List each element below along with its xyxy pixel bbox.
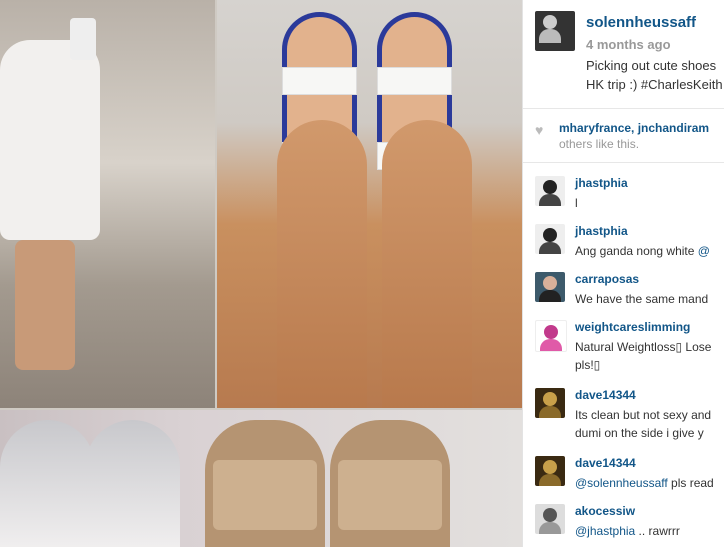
caption-line: HK trip :) #CharlesKeith <box>586 77 723 92</box>
silver-shoe-shape <box>85 420 180 547</box>
left-leg-shape <box>277 120 367 408</box>
commenter-avatar[interactable] <box>535 224 565 254</box>
mention-link[interactable]: @ <box>698 244 710 258</box>
tan-sandal-shape <box>205 420 325 547</box>
commenter-avatar[interactable] <box>535 456 565 486</box>
legs-shape <box>15 240 75 370</box>
comment: dave14344 Its clean but not sexy and dumi… <box>523 384 724 446</box>
commenter-username[interactable]: dave14344 <box>575 388 636 402</box>
comment-text: @jhastphia .. rawrrr <box>575 522 724 540</box>
comment: dave14344 @solennheussaff pls read <box>523 452 724 498</box>
divider <box>523 108 724 109</box>
commenter-username[interactable]: akocessiw <box>575 504 635 518</box>
comment: carraposas We have the same mand <box>523 268 724 314</box>
commenter-username[interactable]: jhastphia <box>575 176 628 190</box>
commenter-username[interactable]: dave14344 <box>575 456 636 470</box>
comment-text: Natural Weightloss▯ Lose pls!▯ <box>575 338 724 374</box>
silver-shoe-shape <box>0 420 95 547</box>
comment-text: Ang ganda nong white @ <box>575 242 724 260</box>
commenter-avatar[interactable] <box>535 388 565 418</box>
person-shape <box>0 40 100 240</box>
comment-line: Natural Weightloss▯ Lose <box>575 340 712 354</box>
right-leg-shape <box>382 120 472 408</box>
mention-link[interactable]: @jhastphia <box>575 524 635 538</box>
post-photo[interactable] <box>0 0 522 547</box>
likers-list[interactable]: mharyfrance, jnchandiram <box>559 121 709 135</box>
comment-text: We have the same mand <box>575 292 709 306</box>
comment-text: Its clean but not sexy and dumi on the si… <box>575 406 724 442</box>
comment-line: dumi on the side i give y <box>575 426 704 440</box>
author-username[interactable]: solennheussaff <box>586 14 696 31</box>
comment-text: l <box>575 196 578 210</box>
commenter-username[interactable]: weightcareslimming <box>575 320 690 334</box>
comment: jhastphia Ang ganda nong white @ <box>523 220 724 266</box>
commenter-username[interactable]: jhastphia <box>575 224 628 238</box>
divider <box>523 162 724 163</box>
comment-body: .. rawrrr <box>635 524 680 538</box>
comment: jhastphia l <box>523 172 724 218</box>
commenter-avatar[interactable] <box>535 272 565 302</box>
shoes-display-image <box>0 410 522 547</box>
tan-sandal-shape <box>330 420 450 547</box>
author-avatar[interactable] <box>535 11 575 51</box>
sandals-feet-image <box>217 0 522 408</box>
comment: akocessiw @jhastphia .. rawrrr <box>523 500 724 546</box>
comment-body: pls read <box>667 476 714 490</box>
post-caption: Picking out cute shoes HK trip :) #Charl… <box>586 56 724 94</box>
heart-icon[interactable]: ♥ <box>535 122 543 138</box>
likes-section: ♥ mharyfrance, jnchandiram others like t… <box>531 118 724 154</box>
commenter-avatar[interactable] <box>535 320 567 352</box>
post-header: solennheussaff 4 months ago Picking out … <box>523 0 724 108</box>
mention-link[interactable]: @solennheussaff <box>575 476 668 490</box>
caption-line: Picking out cute shoes <box>586 58 717 73</box>
commenter-username[interactable]: carraposas <box>575 272 639 286</box>
commenter-avatar[interactable] <box>535 504 565 534</box>
commenter-avatar[interactable] <box>535 176 565 206</box>
comment-line: Its clean but not sexy and <box>575 408 712 422</box>
mirror-selfie-image <box>0 0 215 408</box>
phone-shape <box>70 18 96 60</box>
post-sidebar: solennheussaff 4 months ago Picking out … <box>522 0 724 547</box>
comment-line: pls!▯ <box>575 358 601 372</box>
comment-body: Ang ganda nong white <box>575 244 698 258</box>
likes-others-text: others like this. <box>559 137 640 151</box>
post-timestamp[interactable]: 4 months ago <box>586 37 671 52</box>
comment: weightcareslimming Natural Weightloss▯ L… <box>523 316 724 378</box>
comment-text: @solennheussaff pls read <box>575 474 724 492</box>
